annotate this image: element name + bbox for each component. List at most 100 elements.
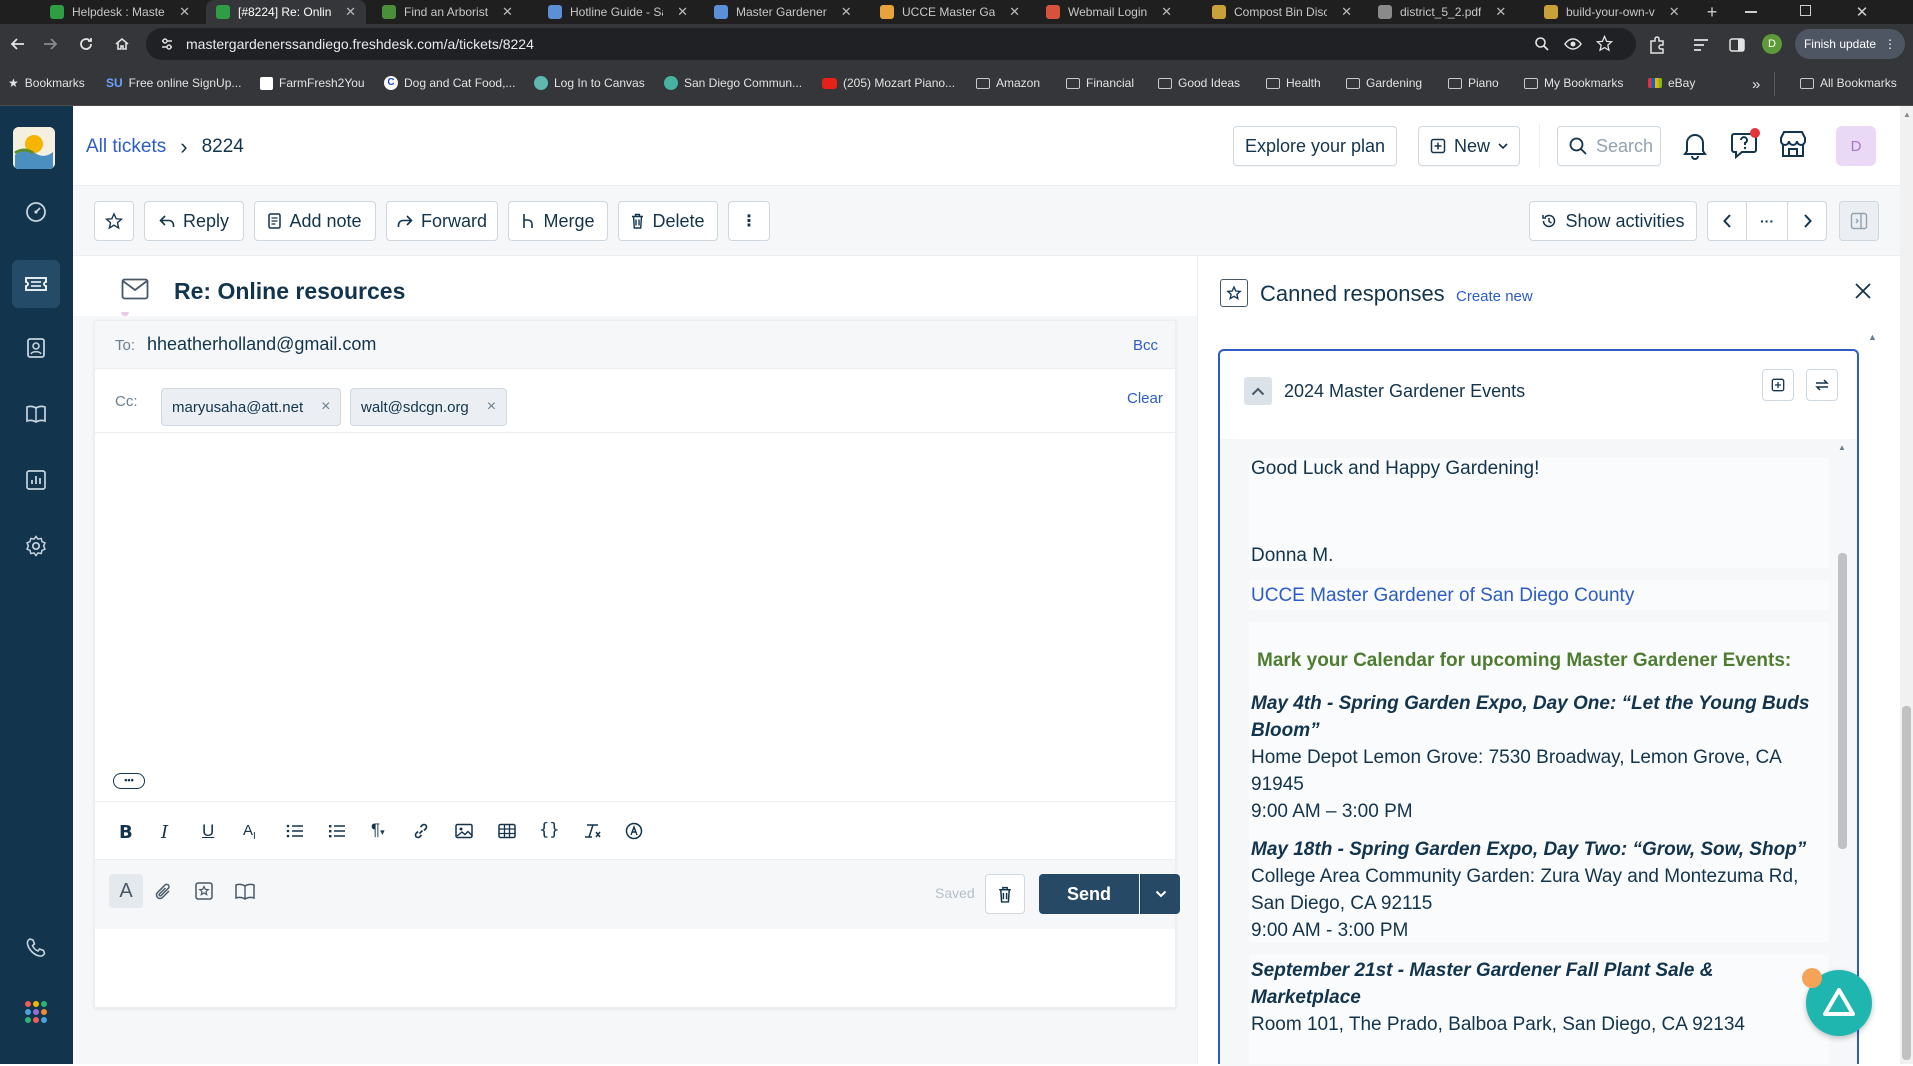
cc-chip[interactable]: maryusaha@att.net × [161,388,342,426]
url-bar[interactable]: mastergardenerssandiego.freshdesk.com/a/… [146,28,1636,60]
bookmark-item[interactable]: Log In to Canvas [534,76,645,90]
close-tab-icon[interactable]: ✕ [677,4,688,20]
maximize-icon[interactable] [1800,5,1811,16]
bookmark-folder[interactable]: Good Ideas [1158,76,1240,90]
nav-reports[interactable] [12,456,60,504]
finish-update-button[interactable]: Finish update ⋮ [1795,29,1905,59]
notifications-bell-icon[interactable] [1681,130,1709,160]
bookmark-star-icon[interactable] [1596,35,1613,52]
image-icon[interactable] [455,823,473,839]
ai-assist-icon[interactable] [625,822,643,840]
close-tab-icon[interactable]: ✕ [1341,4,1352,20]
nav-knowledge-base[interactable] [12,390,60,438]
browser-tab[interactable]: Hotline Guide - Sa ✕ [538,0,698,24]
marketplace-apps-icon[interactable] [1777,128,1809,160]
nav-admin[interactable] [12,522,60,570]
send-options-dropdown[interactable] [1140,874,1180,914]
more-actions-button[interactable]: ⋮ [728,201,770,241]
zoom-icon[interactable] [1534,36,1550,52]
favorite-button[interactable] [94,201,134,241]
show-quoted-text-button[interactable]: ••• [113,773,145,789]
bookmark-item[interactable]: SU Free online SignUp... [106,76,241,90]
close-tab-icon[interactable]: ✕ [1669,4,1680,20]
browser-tab-active[interactable]: [#8224] Re: Online ✕ [206,0,366,24]
canned-response-icon[interactable] [195,882,213,900]
breadcrumb-all-tickets[interactable]: All tickets [86,136,166,158]
chip-remove-icon[interactable]: × [321,398,330,416]
close-tab-icon[interactable]: ✕ [1495,4,1506,20]
nav-phone[interactable] [12,924,60,972]
window-close-icon[interactable]: ✕ [1850,0,1874,24]
browser-tab[interactable]: build-your-own-v ✕ [1534,0,1694,24]
scroll-thumb[interactable] [1838,553,1847,849]
close-icon[interactable] [1854,282,1872,300]
explore-plan-button[interactable]: Explore your plan [1233,126,1397,166]
underline-icon[interactable]: U [202,821,214,841]
nav-dashboard[interactable] [12,188,60,236]
close-tab-icon[interactable]: ✕ [1161,4,1172,20]
toggle-sidebar-button[interactable] [1839,201,1879,241]
profile-avatar[interactable]: D [1762,34,1782,54]
close-tab-icon[interactable]: ✕ [1009,4,1020,20]
italic-icon[interactable]: I [161,822,168,843]
delete-button[interactable]: Delete [618,201,718,241]
browser-tab[interactable]: Helpdesk : Master ✕ [40,0,200,24]
code-icon[interactable]: {} [539,820,559,840]
home-icon[interactable] [108,30,136,58]
clear-formatting-icon[interactable] [583,823,601,839]
cc-chip[interactable]: walt@sdcgn.org × [350,388,508,426]
forward-icon[interactable] [36,30,64,58]
text-format-toggle-icon[interactable]: A [109,874,143,908]
bookmark-item[interactable]: FarmFresh2You [260,76,365,90]
canned-org-link[interactable]: UCCE Master Gardener of San Diego County [1251,585,1634,607]
create-new-link[interactable]: Create new [1456,288,1533,305]
nav-tickets[interactable] [12,260,60,308]
numbered-list-icon[interactable] [286,823,304,839]
collapse-button[interactable] [1244,377,1272,405]
solutions-book-icon[interactable] [235,882,255,900]
close-tab-icon[interactable]: ✕ [345,4,356,20]
to-recipient[interactable]: hheatherholland@gmail.com [147,334,376,355]
side-panel-icon[interactable] [1728,36,1746,54]
search-button[interactable]: Search [1557,126,1661,166]
new-button[interactable]: New [1418,126,1520,166]
browser-tab[interactable]: UCCE Master Gar ✕ [870,0,1030,24]
scroll-up-arrow[interactable]: ▲ [1903,110,1911,119]
link-icon[interactable] [412,823,430,839]
attachment-icon[interactable] [155,882,173,902]
chip-remove-icon[interactable]: × [487,398,496,416]
ticket-pager-more-button[interactable]: ··· [1746,201,1788,241]
bold-icon[interactable]: B [119,822,133,843]
close-tab-icon[interactable]: ✕ [502,4,513,20]
reload-icon[interactable] [72,30,100,58]
eye-icon[interactable] [1564,36,1582,52]
browser-tab[interactable]: Webmail Login ✕ [1036,0,1196,24]
bookmark-item[interactable]: eBay [1648,76,1695,90]
more-bookmarks-icon[interactable]: » [1752,76,1760,93]
bookmark-item[interactable]: ★ Bookmarks [8,76,85,90]
panel-scroll-up-arrow[interactable]: ▲ [1868,332,1877,342]
merge-button[interactable]: Merge [508,201,608,241]
bookmark-item[interactable]: (205) Mozart Piano... [822,76,955,90]
nav-contacts[interactable] [12,324,60,372]
close-tab-icon[interactable]: ✕ [179,4,190,20]
paragraph-icon[interactable]: ¶▾ [371,820,385,840]
clear-cc-link[interactable]: Clear [1127,390,1163,407]
browser-tab[interactable]: Master Gardener ✕ [704,0,864,24]
user-avatar[interactable]: D [1836,126,1876,166]
browser-tab[interactable]: district_5_2.pdf ✕ [1368,0,1528,24]
help-icon[interactable] [1729,128,1761,160]
bookmark-folder[interactable]: Amazon [976,76,1040,90]
font-size-icon[interactable]: AI [243,822,256,842]
bookmark-folder[interactable]: Health [1266,76,1321,90]
send-button[interactable]: Send [1039,874,1139,914]
bookmark-item[interactable]: San Diego Commun... [664,76,802,90]
bookmark-folder[interactable]: Gardening [1346,76,1422,90]
new-tab-icon[interactable]: + [1700,0,1724,24]
close-tab-icon[interactable]: ✕ [841,4,852,20]
all-bookmarks[interactable]: All Bookmarks [1800,76,1897,90]
add-note-button[interactable]: Add note [254,201,376,241]
discard-draft-button[interactable] [985,874,1025,914]
extensions-icon[interactable] [1648,36,1666,54]
bookmark-folder[interactable]: Financial [1066,76,1134,90]
